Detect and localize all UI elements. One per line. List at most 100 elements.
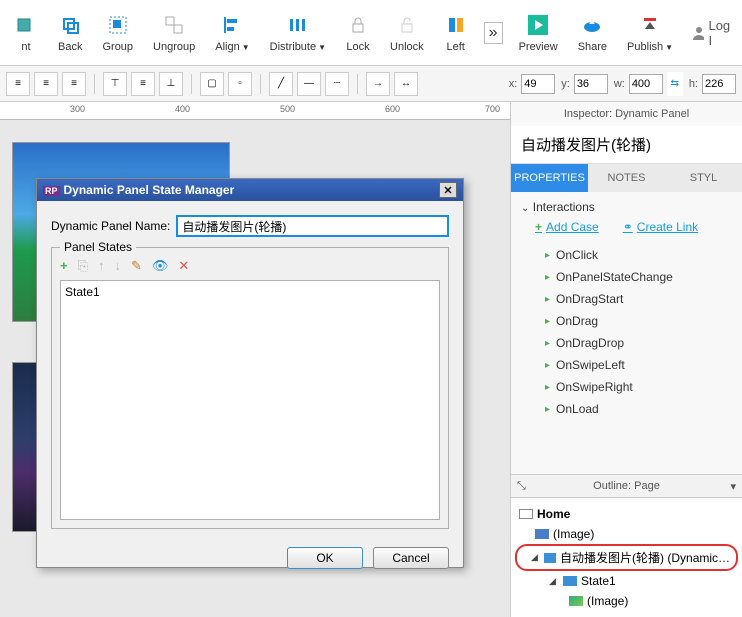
- toolbar-nt[interactable]: nt: [4, 9, 48, 57]
- event-onclick[interactable]: ▸OnClick: [545, 244, 732, 266]
- state-icon: [563, 576, 577, 586]
- inspector-panel: Inspector: Dynamic Panel 自动播发图片(轮播) PROP…: [510, 102, 742, 617]
- inspector-tabs: PROPERTIES NOTES STYL: [511, 164, 742, 192]
- h-input[interactable]: [702, 74, 736, 94]
- event-ondrag[interactable]: ▸OnDrag: [545, 310, 732, 332]
- align-center-btn[interactable]: ≡: [34, 72, 58, 96]
- chevron-down-icon: ▼: [665, 43, 673, 52]
- toolbar-align[interactable]: Align▼: [205, 9, 259, 57]
- tab-style[interactable]: STYL: [665, 164, 742, 192]
- plus-icon: +: [535, 220, 542, 234]
- triangle-icon: ◢: [531, 552, 540, 563]
- toolbar-back[interactable]: Back: [48, 9, 92, 57]
- bolt-icon: ▸: [545, 338, 550, 349]
- outer-btn[interactable]: ▫: [228, 72, 252, 96]
- valign-mid-btn[interactable]: ≡: [131, 72, 155, 96]
- ok-button[interactable]: OK: [287, 547, 363, 569]
- user-icon: [691, 25, 704, 41]
- line-color-btn[interactable]: ╱: [269, 72, 293, 96]
- lock-icon: [346, 13, 370, 37]
- main-toolbar: nt Back Group Ungroup Align▼ Distribute▼…: [0, 0, 742, 66]
- align-right-btn[interactable]: ≡: [62, 72, 86, 96]
- filter-icon[interactable]: ▾: [730, 480, 736, 493]
- align-left-btn[interactable]: ≡: [6, 72, 30, 96]
- triangle-icon: ◢: [549, 576, 559, 587]
- valign-top-btn[interactable]: ⊤: [103, 72, 127, 96]
- state-item[interactable]: State1: [65, 285, 435, 299]
- toolbar-more[interactable]: »: [478, 18, 509, 48]
- line-style-btn[interactable]: ┈: [325, 72, 349, 96]
- arrow2-btn[interactable]: ↔: [394, 72, 418, 96]
- publish-icon: [638, 13, 662, 37]
- toolbar-lock[interactable]: Lock: [336, 9, 380, 57]
- h-label: h:: [689, 78, 698, 90]
- back-icon: [58, 13, 82, 37]
- event-onswipeleft[interactable]: ▸OnSwipeLeft: [545, 354, 732, 376]
- valign-bot-btn[interactable]: ⊥: [159, 72, 183, 96]
- toolbar-unlock[interactable]: Unlock: [380, 9, 434, 57]
- duplicate-state-button[interactable]: ⎘: [78, 258, 88, 274]
- y-label: y:: [561, 78, 570, 90]
- cloud-upload-icon: [580, 13, 604, 37]
- dialog-titlebar[interactable]: RPDynamic Panel State Manager ✕: [37, 179, 463, 201]
- delete-state-button[interactable]: ✕: [178, 258, 189, 274]
- interactions-header[interactable]: ⌄ Interactions: [521, 200, 732, 214]
- toolbar-distribute[interactable]: Distribute▼: [260, 9, 336, 57]
- toolbar-group[interactable]: Group: [92, 9, 143, 57]
- add-case-link[interactable]: +Add Case: [535, 220, 599, 234]
- toolbar-left[interactable]: Left: [434, 9, 478, 57]
- arrow-btn[interactable]: →: [366, 72, 390, 96]
- line-width-btn[interactable]: —: [297, 72, 321, 96]
- collapse-icon[interactable]: ⤡: [517, 480, 526, 493]
- toolbar-ungroup[interactable]: Ungroup: [143, 9, 205, 57]
- state-list[interactable]: State1: [60, 280, 440, 520]
- login-link[interactable]: Log I: [683, 18, 741, 48]
- inspector-header: Inspector: Dynamic Panel: [511, 102, 742, 126]
- link-wh-icon[interactable]: ⇆: [667, 72, 683, 96]
- cancel-button[interactable]: Cancel: [373, 547, 449, 569]
- link-icon: ⚭: [623, 220, 633, 234]
- fill-color-btn[interactable]: ▢: [200, 72, 224, 96]
- bolt-icon: ▸: [545, 294, 550, 305]
- dp-icon: [544, 553, 556, 563]
- tab-properties[interactable]: PROPERTIES: [511, 164, 588, 192]
- panel-states-legend: Panel States: [60, 240, 136, 254]
- event-ondragstart[interactable]: ▸OnDragStart: [545, 288, 732, 310]
- x-input[interactable]: [521, 74, 555, 94]
- outline-state1[interactable]: ◢State1: [515, 571, 738, 591]
- close-button[interactable]: ✕: [439, 182, 457, 198]
- y-input[interactable]: [574, 74, 608, 94]
- outline-home[interactable]: Home: [515, 504, 738, 524]
- chevron-down-icon: ▼: [318, 43, 326, 52]
- event-ondragdrop[interactable]: ▸OnDragDrop: [545, 332, 732, 354]
- outline-image-1[interactable]: (Image): [515, 524, 738, 544]
- bolt-icon: ▸: [545, 272, 550, 283]
- interactions-section: ⌄ Interactions +Add Case ⚭Create Link ▸O…: [511, 192, 742, 474]
- bolt-icon: ▸: [545, 250, 550, 261]
- w-input[interactable]: [629, 74, 663, 94]
- outline-image-2[interactable]: (Image): [515, 591, 738, 611]
- move-up-button[interactable]: ↑: [98, 258, 105, 274]
- group-icon: [106, 13, 130, 37]
- add-state-button[interactable]: +: [60, 258, 68, 274]
- edit-all-button[interactable]: 👁: [152, 258, 169, 274]
- events-list: ▸OnClick ▸OnPanelStateChange ▸OnDragStar…: [545, 244, 732, 420]
- panel-name-input[interactable]: [176, 215, 449, 237]
- event-onswiperight[interactable]: ▸OnSwipeRight: [545, 376, 732, 398]
- chevron-down-icon: ▼: [242, 43, 250, 52]
- toolbar-share[interactable]: Share: [568, 9, 617, 57]
- horizontal-ruler: 300 400 500 600 700: [0, 102, 510, 120]
- edit-state-button[interactable]: ✎: [131, 258, 142, 274]
- event-onload[interactable]: ▸OnLoad: [545, 398, 732, 420]
- image-icon: [569, 596, 583, 606]
- toolbar-preview[interactable]: Preview: [509, 9, 568, 57]
- move-down-button[interactable]: ↓: [115, 258, 122, 274]
- create-link-link[interactable]: ⚭Create Link: [623, 220, 698, 234]
- inspector-widget-name[interactable]: 自动播发图片(轮播): [511, 126, 742, 164]
- tab-notes[interactable]: NOTES: [588, 164, 665, 192]
- unlock-icon: [395, 13, 419, 37]
- toolbar-publish[interactable]: Publish▼: [617, 9, 683, 57]
- outline-dynamic-panel[interactable]: ◢自动播发图片(轮播) (Dynamic Panel): [515, 544, 738, 571]
- image-icon: [535, 529, 549, 539]
- event-onpanelstatechange[interactable]: ▸OnPanelStateChange: [545, 266, 732, 288]
